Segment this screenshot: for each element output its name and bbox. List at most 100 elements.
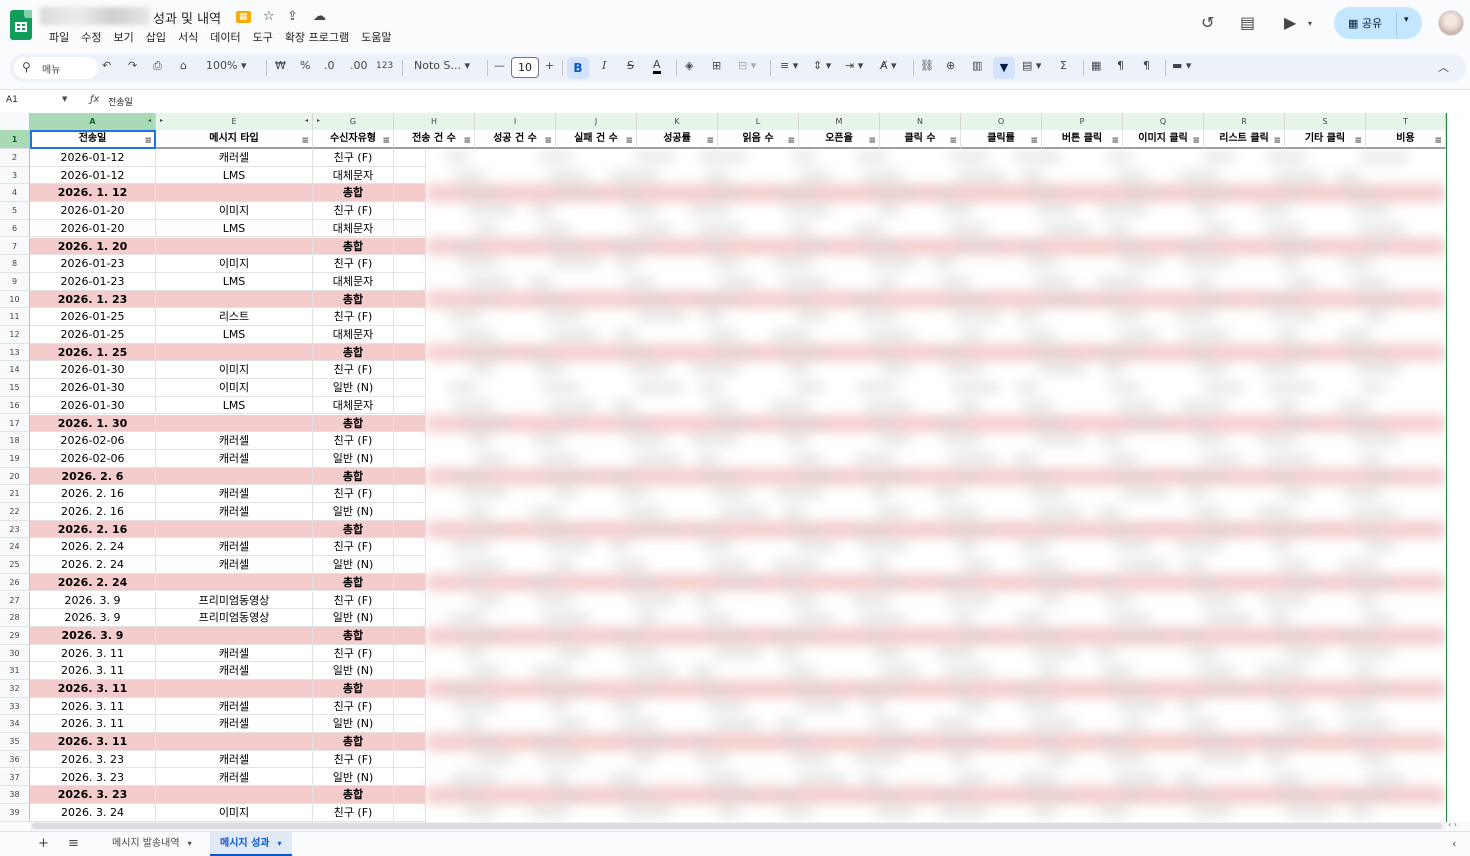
insert-chart-icon[interactable]: ▥ bbox=[972, 59, 982, 72]
cell-recv[interactable]: 총합 bbox=[313, 786, 394, 804]
cell-type[interactable]: 리스트 bbox=[156, 308, 313, 326]
cell-recv[interactable]: 총합 bbox=[313, 573, 394, 592]
filter-dropdown-icon[interactable]: ≡ bbox=[1354, 133, 1362, 150]
cell-recv[interactable]: 친구 (F) bbox=[313, 591, 394, 610]
cell-empty[interactable] bbox=[394, 750, 426, 769]
filter-dropdown-icon[interactable]: ≡ bbox=[868, 133, 876, 150]
cell-recv[interactable]: 친구 (F) bbox=[313, 149, 394, 167]
sheet-tab-performance[interactable]: 메시지 성과 ▾ bbox=[210, 832, 292, 856]
cell-empty[interactable] bbox=[394, 467, 426, 486]
cell-date[interactable]: 2026-02-06 bbox=[30, 432, 156, 450]
cell-date[interactable]: 2026. 1. 23 bbox=[30, 290, 156, 309]
file-format-icon[interactable]: ▦ bbox=[236, 11, 251, 23]
row-header[interactable]: 12 bbox=[0, 326, 30, 344]
cell-recv[interactable]: 일반 (N) bbox=[313, 379, 394, 397]
row-header[interactable]: 13 bbox=[0, 343, 30, 362]
cell-date[interactable]: 2026. 1. 30 bbox=[30, 414, 156, 433]
column-header-a[interactable]: A bbox=[30, 113, 156, 130]
insert-comment-icon[interactable]: ⊕ bbox=[946, 59, 955, 72]
zoom-select[interactable]: 100% ▾ bbox=[206, 59, 246, 72]
cell-recv[interactable]: 총합 bbox=[313, 290, 394, 309]
font-size-decrease-button[interactable]: — bbox=[494, 59, 505, 72]
cell-recv[interactable]: 일반 (N) bbox=[313, 768, 394, 787]
cell-recv[interactable]: 일반 (N) bbox=[313, 503, 394, 521]
italic-button[interactable]: I bbox=[602, 59, 606, 72]
menu-item[interactable]: 도구 bbox=[247, 29, 279, 45]
cell-type[interactable] bbox=[156, 343, 313, 362]
cell-type[interactable] bbox=[156, 290, 313, 309]
column-header-i[interactable]: I bbox=[475, 113, 556, 130]
cell-date[interactable]: 2026-01-20 bbox=[30, 202, 156, 220]
filter-dropdown-icon[interactable]: ≡ bbox=[301, 133, 309, 150]
row-header[interactable]: 19 bbox=[0, 449, 30, 468]
filter-dropdown-icon[interactable]: ≡ bbox=[1434, 133, 1442, 150]
row-header[interactable]: 8 bbox=[0, 255, 30, 273]
hidden-columns-toggle-icon[interactable]: ◂ bbox=[148, 117, 151, 124]
column-header-m[interactable]: M bbox=[799, 113, 880, 130]
row-header[interactable]: 28 bbox=[0, 609, 30, 627]
row-header[interactable]: 5 bbox=[0, 202, 30, 220]
header-cell[interactable]: 버튼 클릭 ≡ bbox=[1042, 130, 1123, 149]
currency-button[interactable]: ₩ bbox=[275, 59, 286, 72]
redo-icon[interactable]: ↷ bbox=[128, 59, 137, 72]
print-icon[interactable]: ⎙ bbox=[153, 59, 162, 73]
row-header[interactable]: 34 bbox=[0, 715, 30, 734]
cell-type[interactable]: 이미지 bbox=[156, 202, 313, 220]
cell-empty[interactable] bbox=[394, 591, 426, 610]
cell-type[interactable]: 캐러셀 bbox=[156, 485, 313, 503]
cell-date[interactable]: 2026. 2. 16 bbox=[30, 520, 156, 539]
filter-dropdown-icon[interactable]: ≡ bbox=[1111, 133, 1119, 150]
merge-cells-icon[interactable]: ⊟ ▾ bbox=[738, 59, 756, 72]
row-header[interactable]: 39 bbox=[0, 803, 30, 822]
cell-recv[interactable]: 대체문자 bbox=[313, 219, 394, 238]
cell-date[interactable]: 2026. 3. 23 bbox=[30, 786, 156, 804]
cell-date[interactable]: 2026. 2. 6 bbox=[30, 467, 156, 486]
cell-type[interactable] bbox=[156, 786, 313, 804]
cell-date[interactable]: 2026. 2. 24 bbox=[30, 556, 156, 574]
cell-empty[interactable] bbox=[394, 166, 426, 185]
cell-type[interactable] bbox=[156, 680, 313, 698]
cell-empty[interactable] bbox=[394, 697, 426, 716]
column-header-t[interactable]: T bbox=[1366, 113, 1446, 130]
cell-type[interactable]: 캐러셀 bbox=[156, 644, 313, 663]
cell-date[interactable]: 2026-01-30 bbox=[30, 379, 156, 397]
vertical-scrollbar[interactable] bbox=[1446, 113, 1470, 822]
cell-date[interactable]: 2026. 3. 9 bbox=[30, 591, 156, 610]
spreadsheet-grid[interactable]: A E G H I J K L M N O P Q R S T ◂ ▸ ◂ ▸ 1 전송일 ≡ 메시지 타입 ≡ 수신자유형 ≡ 전송… bbox=[0, 113, 1446, 822]
cell-date[interactable]: 2026. 3. 9 bbox=[30, 609, 156, 627]
cell-recv[interactable]: 친구 (F) bbox=[313, 803, 394, 822]
row-header[interactable]: 24 bbox=[0, 538, 30, 557]
horizontal-scrollbar[interactable] bbox=[30, 822, 1446, 830]
cell-empty[interactable] bbox=[394, 520, 426, 539]
meet-caret-icon[interactable]: ▾ bbox=[1308, 19, 1312, 28]
cell-recv[interactable]: 대체문자 bbox=[313, 272, 394, 291]
cell-type[interactable]: 캐러셀 bbox=[156, 556, 313, 574]
star-icon[interactable]: ☆ bbox=[263, 9, 275, 24]
cell-date[interactable]: 2026. 3. 11 bbox=[30, 662, 156, 680]
menu-item[interactable]: 서식 bbox=[172, 29, 204, 45]
column-header-k[interactable]: K bbox=[637, 113, 718, 130]
header-cell[interactable]: 리스트 클릭 ≡ bbox=[1204, 130, 1285, 149]
hidden-columns-toggle-icon[interactable]: ▸ bbox=[317, 117, 320, 124]
row-header[interactable]: 7 bbox=[0, 237, 30, 256]
row-header[interactable]: 36 bbox=[0, 750, 30, 769]
font-size-input[interactable]: 10 bbox=[511, 57, 539, 78]
row-header[interactable]: 30 bbox=[0, 644, 30, 663]
header-cell[interactable]: 전송 건 수 ≡ bbox=[394, 130, 475, 149]
cell-type[interactable]: 캐러셀 bbox=[156, 503, 313, 521]
row-header[interactable]: 37 bbox=[0, 768, 30, 787]
cell-recv[interactable]: 일반 (N) bbox=[313, 662, 394, 680]
row-header[interactable]: 16 bbox=[0, 396, 30, 415]
cell-empty[interactable] bbox=[394, 609, 426, 627]
ltr-icon[interactable]: ¶ bbox=[1117, 59, 1124, 72]
cell-date[interactable]: 2026. 1. 12 bbox=[30, 184, 156, 203]
cell-recv[interactable]: 대체문자 bbox=[313, 326, 394, 344]
cell-empty[interactable] bbox=[394, 449, 426, 468]
bold-button[interactable]: B bbox=[567, 57, 589, 79]
menu-item[interactable]: 데이터 bbox=[204, 29, 246, 45]
cell-recv[interactable]: 친구 (F) bbox=[313, 308, 394, 326]
menu-search-input[interactable]: ⚲ 메뉴 bbox=[14, 57, 98, 79]
cell-recv[interactable]: 총합 bbox=[313, 184, 394, 203]
header-cell[interactable]: 이미지 클릭 ≡ bbox=[1123, 130, 1204, 149]
cell-date[interactable]: 2026-02-06 bbox=[30, 449, 156, 468]
